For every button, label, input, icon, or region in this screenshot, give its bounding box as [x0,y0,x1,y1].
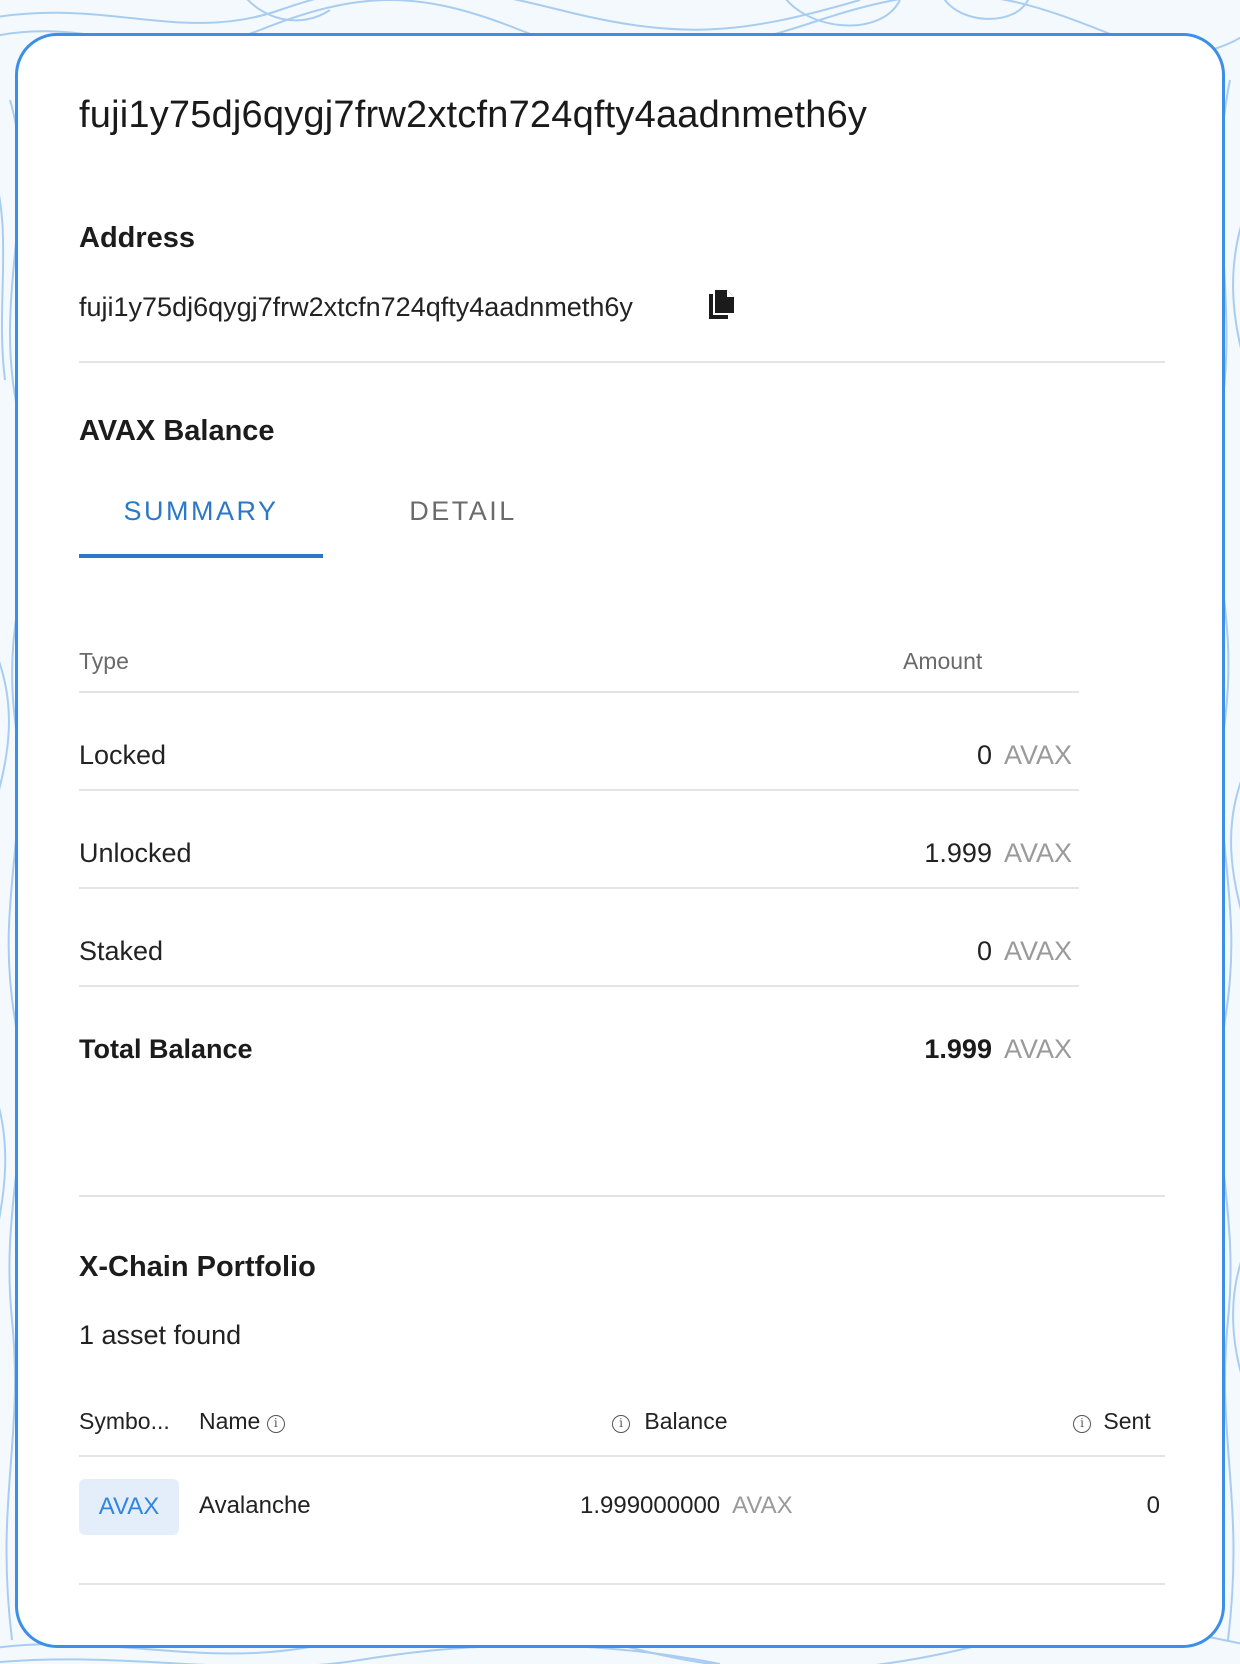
balance-row-amount: 1.999 AVAX [924,838,1072,868]
balance-row-locked: Locked 0 AVAX [79,740,1079,780]
column-header-name[interactable]: Name i [199,1408,285,1435]
column-header-sent[interactable]: i Sent [1073,1408,1151,1435]
tab-summary[interactable]: SUMMARY [79,496,323,560]
column-header-type: Type [79,648,129,674]
balance-row-amount: 0 AVAX [976,936,1072,966]
balance-row-staked: Staked 0 AVAX [79,936,1079,976]
balance-row-unlocked: Unlocked 1.999 AVAX [79,838,1079,878]
address-heading: Address [79,222,196,254]
avax-balance-heading: AVAX Balance [79,415,275,447]
table-divider [79,1455,1165,1457]
asset-count: 1 asset found [79,1320,242,1350]
table-divider [79,691,1079,693]
tab-detail-label: DETAIL [409,496,517,526]
active-tab-indicator [79,554,323,558]
info-icon[interactable]: i [1073,1415,1091,1433]
table-divider [79,985,1079,987]
column-header-balance[interactable]: i Balance [612,1408,728,1435]
address-value: fuji1y75dj6qygj7frw2xtcfn724qfty4aadnmet… [79,292,633,322]
column-header-amount: Amount [903,648,983,674]
balance-row-label: Unlocked [79,838,192,868]
balance-row-total: Total Balance 1.999 AVAX [79,1034,1079,1074]
column-header-symbol[interactable]: Symbo... [79,1408,170,1435]
total-balance-label: Total Balance [79,1034,253,1064]
balance-row-label: Staked [79,936,164,966]
tab-detail[interactable]: DETAIL [343,496,583,560]
copy-icon[interactable] [706,288,736,322]
asset-symbol-chip[interactable]: AVAX [79,1479,179,1535]
tab-summary-label: SUMMARY [123,496,279,526]
asset-sent: 0 [1146,1492,1160,1519]
table-divider [79,789,1079,791]
divider [79,361,1165,363]
info-icon[interactable]: i [266,1415,285,1433]
table-divider [79,1583,1165,1585]
x-chain-portfolio-heading: X-Chain Portfolio [79,1251,316,1283]
asset-balance: 1.999000000 AVAX [580,1492,793,1519]
total-balance-amount: 1.999 AVAX [924,1034,1072,1064]
divider [79,1195,1165,1197]
info-icon[interactable]: i [612,1415,630,1433]
address-card: fuji1y75dj6qygj7frw2xtcfn724qfty4aadnmet… [15,33,1225,1648]
balance-row-amount: 0 AVAX [976,740,1072,770]
table-divider [79,887,1079,889]
balance-row-label: Locked [79,740,167,770]
asset-name: Avalanche [199,1492,311,1519]
page-title: fuji1y75dj6qygj7frw2xtcfn724qfty4aadnmet… [79,94,868,136]
